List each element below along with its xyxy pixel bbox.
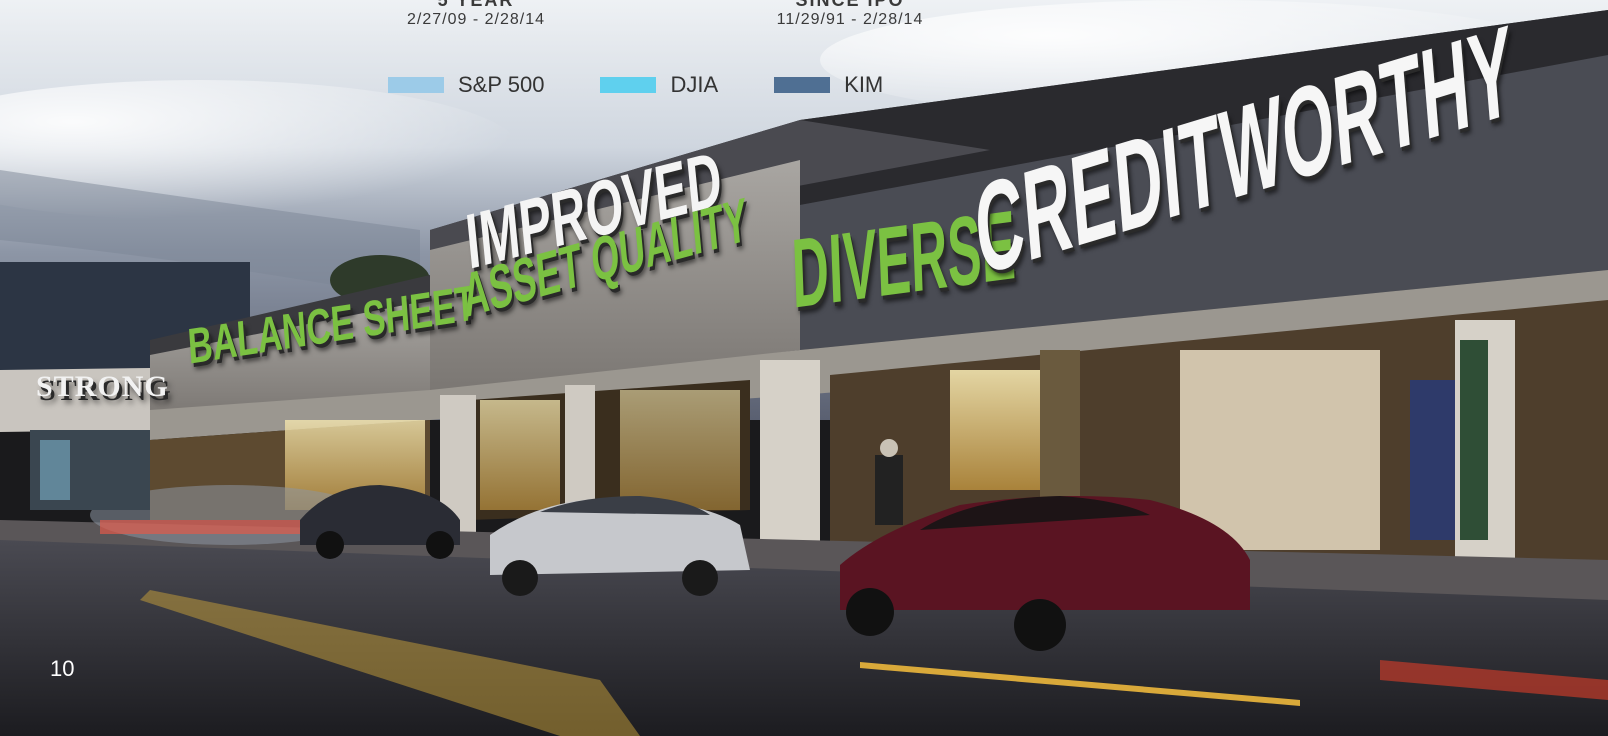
legend-swatch-djia xyxy=(600,77,657,93)
legend-item-djia: DJIA xyxy=(600,72,718,98)
page-number: 10 xyxy=(50,656,75,681)
legend-swatch-kim xyxy=(774,77,831,93)
period-since-ipo: SINCE IPO 11/29/91 - 2/28/14 xyxy=(760,0,940,30)
period-title: SINCE IPO xyxy=(795,0,905,10)
legend-swatch-sp500 xyxy=(388,77,444,93)
legend-label: S&P 500 xyxy=(458,72,545,97)
period-range: 2/27/09 - 2/28/14 xyxy=(407,11,545,28)
legend: S&P 500 DJIA KIM xyxy=(388,72,883,98)
legend-item-kim: KIM xyxy=(774,72,883,98)
period-5-year: 5 YEAR 2/27/09 - 2/28/14 xyxy=(396,0,556,30)
legend-item-sp500: S&P 500 xyxy=(388,72,544,98)
legend-label: DJIA xyxy=(670,72,719,97)
legend-label: KIM xyxy=(844,72,884,97)
period-title: 5 YEAR xyxy=(437,0,515,10)
sign-strong: STRONG xyxy=(36,370,169,403)
period-range: 11/29/91 - 2/28/14 xyxy=(776,11,924,28)
